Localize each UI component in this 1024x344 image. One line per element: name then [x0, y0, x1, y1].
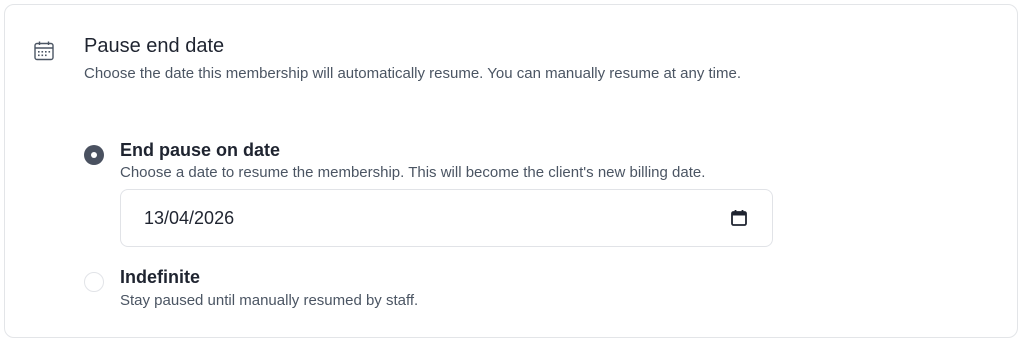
section-subtitle: Choose the date this membership will aut… — [84, 65, 741, 82]
section-title: Pause end date — [84, 35, 225, 57]
end-pause-on-date-radio[interactable] — [84, 145, 104, 165]
resume-date-input[interactable]: 13/04/2026 — [120, 189, 773, 247]
indefinite-radio[interactable] — [84, 272, 104, 292]
calendar-icon — [33, 40, 55, 62]
end-pause-on-date-description: Choose a date to resume the membership. … — [120, 164, 706, 181]
indefinite-description: Stay paused until manually resumed by st… — [120, 292, 419, 309]
indefinite-label[interactable]: Indefinite — [120, 267, 200, 288]
resume-date-value: 13/04/2026 — [144, 208, 235, 228]
end-pause-on-date-label[interactable]: End pause on date — [120, 140, 280, 161]
calendar-picker-icon[interactable] — [730, 209, 748, 227]
